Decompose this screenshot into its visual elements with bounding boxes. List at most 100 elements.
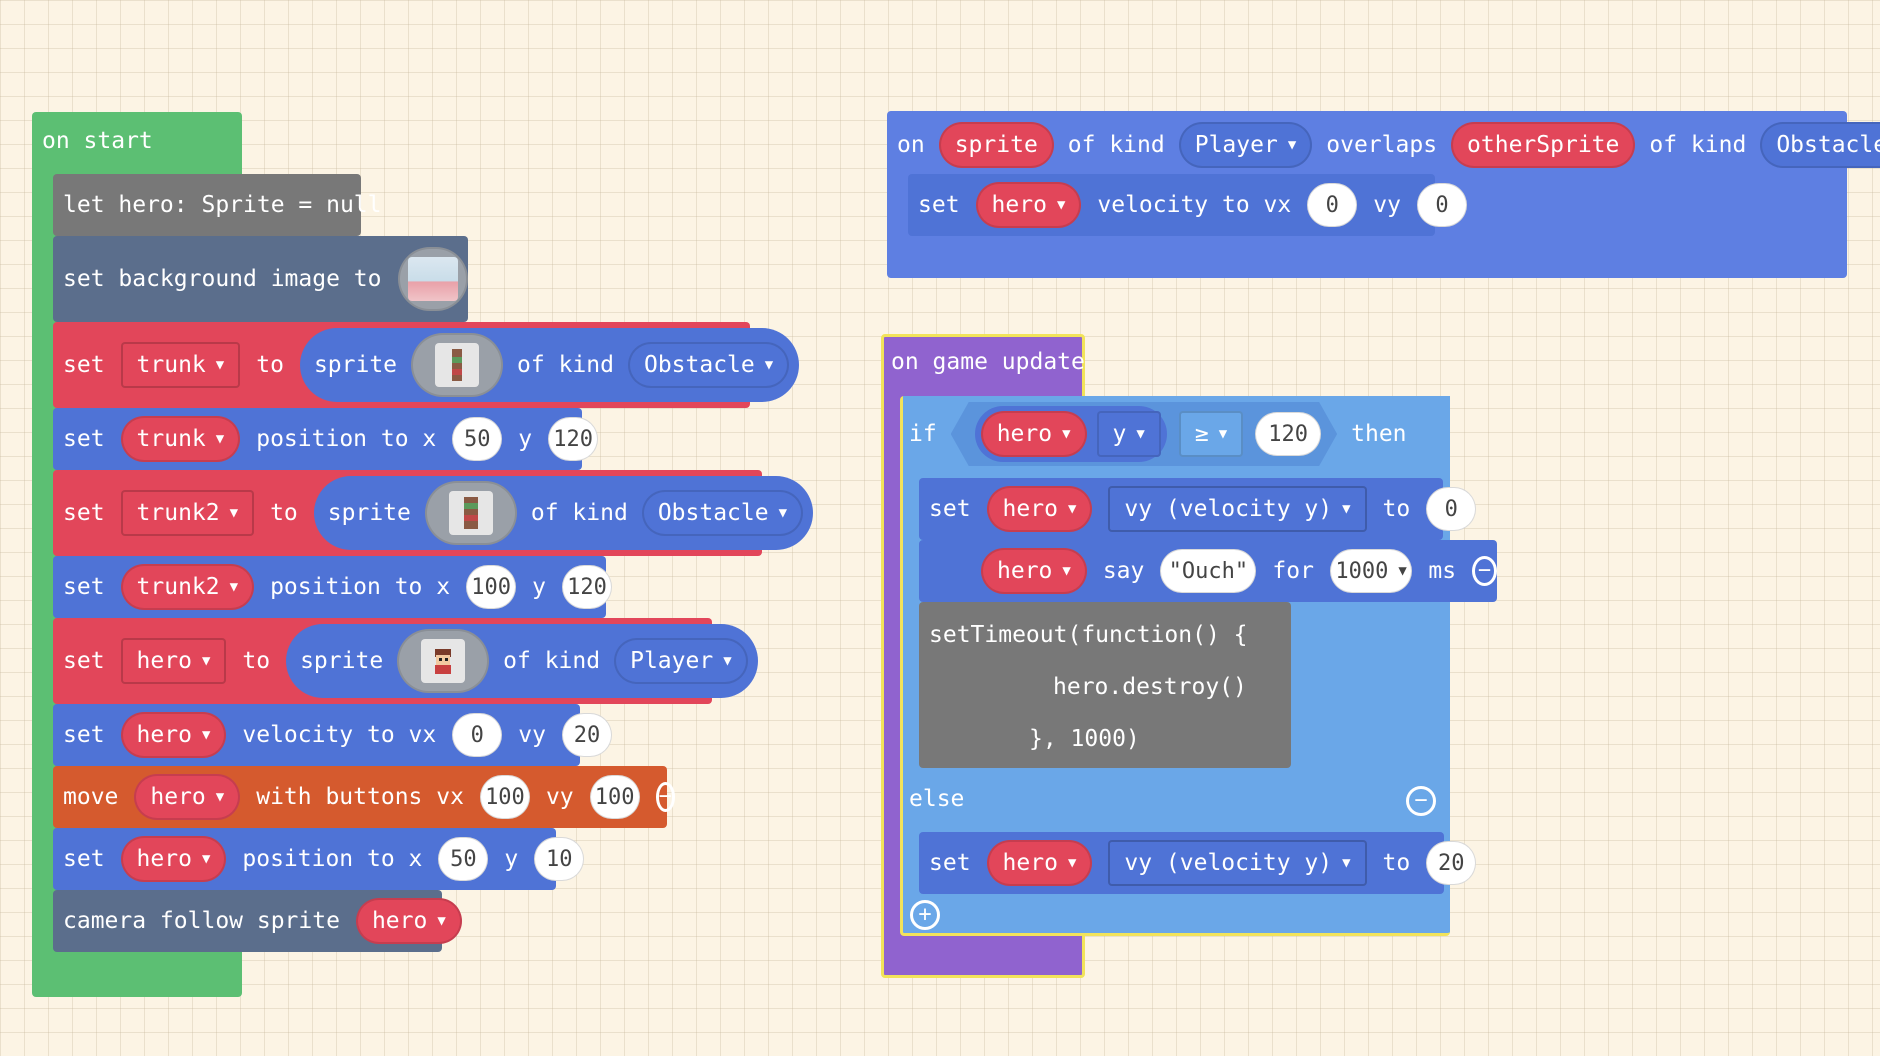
set-keyword: set: [929, 850, 971, 876]
caret-down-icon: ▼: [1398, 563, 1407, 579]
sprite-create-block[interactable]: sprite of kind Obstacle ▼: [313, 476, 814, 550]
caret-down-icon: ▼: [1342, 855, 1351, 871]
kind-dropdown-player[interactable]: Player ▼: [614, 638, 748, 684]
set-hero-position-block[interactable]: set hero ▼ position to x 50 y 10: [53, 828, 585, 890]
then-keyword: then: [1351, 421, 1407, 447]
hero-variable-dropdown[interactable]: hero ▼: [981, 411, 1087, 457]
sprite-image-picker[interactable]: [397, 629, 490, 693]
hero-variable-dropdown[interactable]: hero ▼: [134, 774, 241, 820]
trunk-variable-dropdown[interactable]: trunk ▼: [120, 416, 241, 462]
overlap-set-hero-velocity-block[interactable]: set hero ▼ velocity to vx 0 vy 0: [908, 174, 1467, 236]
to-keyword: to: [1382, 496, 1411, 522]
y-input[interactable]: 120: [561, 565, 612, 609]
set-background-image-block[interactable]: set background image to: [53, 236, 468, 322]
hero-variable-dropdown[interactable]: hero ▼: [986, 840, 1093, 886]
value-input[interactable]: 20: [1426, 841, 1477, 885]
dropdown-value: vy (velocity y): [1124, 496, 1333, 522]
of-kind-keyword: of kind: [517, 352, 614, 378]
set-hero-velocity-block[interactable]: set hero ▼ velocity to vx 0 vy 20: [53, 704, 612, 766]
on-start-header: on start: [42, 128, 153, 154]
let-hero-statement[interactable]: let hero: Sprite = null: [53, 174, 382, 236]
comparison-block[interactable]: hero ▼ y ▼ ≥ ▼ 120: [951, 402, 1337, 466]
hero-variable-dropdown[interactable]: hero ▼: [975, 182, 1082, 228]
x-input[interactable]: 100: [466, 565, 517, 609]
camera-follow-sprite-block[interactable]: camera follow sprite hero ▼: [53, 890, 462, 952]
say-text-input[interactable]: "Ouch": [1160, 549, 1257, 593]
y-input[interactable]: 10: [534, 837, 585, 881]
set-trunk2-sprite-block[interactable]: set trunk2 ▼ to sprite of kind Obstacle ▼: [53, 470, 814, 556]
kind-dropdown-obstacle[interactable]: Obstacle▼: [627, 342, 790, 388]
vy-input[interactable]: 100: [589, 775, 640, 819]
vy-input[interactable]: 20: [561, 713, 612, 757]
param-value: sprite: [954, 132, 1038, 158]
hero-variable-dropdown[interactable]: hero ▼: [120, 638, 227, 684]
trunk-variable-dropdown[interactable]: trunk ▼: [120, 342, 241, 388]
set-trunk-sprite-block[interactable]: set trunk ▼ to sprite of kind Obstacle ▼: [53, 322, 800, 408]
sprite-keyword: sprite: [313, 352, 398, 378]
vy-label: vy: [545, 784, 574, 810]
sprite-property-block[interactable]: hero ▼ y ▼: [975, 406, 1167, 462]
caret-down-icon: ▼: [1287, 137, 1297, 153]
y-label: y: [532, 574, 546, 600]
hero-variable-dropdown[interactable]: hero ▼: [120, 712, 227, 758]
set-trunk2-position-block[interactable]: set trunk2 ▼ position to x 100 y 120: [53, 556, 612, 618]
sprite-create-block[interactable]: sprite of kind Player ▼: [286, 624, 758, 698]
velocity-to-vx-label: velocity to vx: [1097, 192, 1292, 218]
vx-input[interactable]: 0: [452, 713, 503, 757]
collapse-minus-icon[interactable]: −: [1472, 556, 1497, 586]
to-keyword: to: [242, 648, 271, 674]
dropdown-value: vy (velocity y): [1124, 850, 1333, 876]
hero-variable-dropdown[interactable]: hero ▼: [981, 548, 1087, 594]
dropdown-value: hero: [150, 784, 206, 810]
hero-say-block[interactable]: hero ▼ say "Ouch" for 1000 ▼ ms −: [919, 540, 1497, 602]
set-hero-sprite-block[interactable]: set hero ▼ to sprite of kind Player ▼: [53, 618, 758, 704]
caret-down-icon: ▼: [215, 789, 225, 805]
sprite-image-picker[interactable]: [424, 481, 517, 545]
hero-variable-dropdown[interactable]: hero ▼: [355, 898, 462, 944]
add-branch-plus-icon[interactable]: +: [910, 900, 940, 930]
sprite-image-picker[interactable]: [411, 333, 504, 397]
set-trunk-position-block[interactable]: set trunk ▼ position to x 50 y 120: [53, 408, 599, 470]
set-hero-vy-twenty-block[interactable]: set hero ▼ vy (velocity y) ▼ to 20: [919, 832, 1477, 894]
caret-down-icon: ▼: [1136, 426, 1145, 442]
kind-dropdown-obstacle[interactable]: Obstacle▼: [641, 490, 804, 536]
code-line-2: hero.destroy(): [1053, 674, 1247, 700]
caret-down-icon: ▼: [201, 727, 211, 743]
vy-label: vy: [1373, 192, 1401, 218]
remove-else-minus-icon[interactable]: −: [1406, 786, 1436, 816]
of-kind-keyword: of kind: [1649, 132, 1747, 158]
vy-input[interactable]: 0: [1416, 183, 1467, 227]
vx-input[interactable]: 100: [479, 775, 530, 819]
javascript-code-block[interactable]: setTimeout(function() { hero.destroy() }…: [919, 602, 1291, 768]
x-input[interactable]: 50: [438, 837, 489, 881]
collapse-minus-icon[interactable]: −: [655, 782, 675, 812]
property-dropdown[interactable]: vy (velocity y) ▼: [1108, 840, 1367, 886]
dropdown-value: trunk2: [136, 574, 220, 600]
vx-input[interactable]: 0: [1307, 183, 1358, 227]
operator-dropdown[interactable]: ≥ ▼: [1179, 411, 1243, 457]
other-sprite-param[interactable]: otherSprite: [1451, 122, 1636, 168]
set-keyword: set: [63, 722, 105, 748]
kind-dropdown-player[interactable]: Player ▼: [1178, 122, 1313, 168]
property-dropdown[interactable]: vy (velocity y) ▼: [1108, 486, 1367, 532]
background-image-picker[interactable]: [397, 247, 468, 311]
move-hero-with-buttons-block[interactable]: move hero ▼ with buttons vx 100 vy 100 −: [53, 766, 675, 828]
caret-down-icon: ▼: [437, 913, 446, 929]
compare-value-input[interactable]: 120: [1255, 412, 1321, 456]
property-dropdown[interactable]: y ▼: [1097, 411, 1161, 457]
value-input[interactable]: 0: [1426, 487, 1477, 531]
hero-variable-dropdown[interactable]: hero ▼: [120, 836, 227, 882]
sprite-create-block[interactable]: sprite of kind Obstacle ▼: [299, 328, 800, 402]
move-keyword: move: [63, 784, 119, 810]
trunk2-variable-dropdown[interactable]: trunk2 ▼: [120, 490, 255, 536]
hero-variable-dropdown[interactable]: hero ▼: [986, 486, 1093, 532]
x-input[interactable]: 50: [452, 417, 503, 461]
kind-dropdown-obstacle[interactable]: Obstacle▼: [1760, 122, 1880, 168]
sprite-param[interactable]: sprite: [938, 122, 1054, 168]
y-input[interactable]: 120: [548, 417, 599, 461]
trunk2-variable-dropdown[interactable]: trunk2 ▼: [120, 564, 255, 610]
duration-dropdown[interactable]: 1000 ▼: [1329, 549, 1413, 593]
set-hero-vy-zero-block[interactable]: set hero ▼ vy (velocity y) ▼ to 0: [919, 478, 1477, 540]
code-line-1: setTimeout(function() {: [929, 622, 1248, 648]
if-keyword: if: [909, 421, 937, 447]
